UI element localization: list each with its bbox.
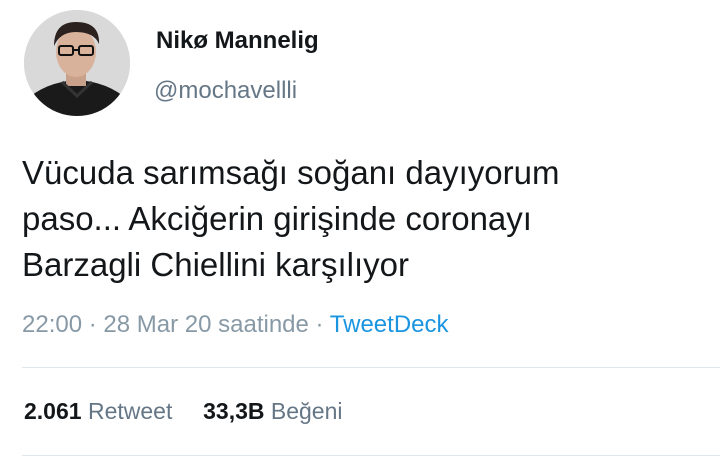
tweet-text-line: paso... Akciğerin girişinde coronayı: [22, 200, 532, 237]
avatar[interactable]: [24, 10, 130, 116]
tweet-card: Nikø Mannelig @mochavellli Vücuda sarıms…: [0, 0, 720, 464]
meta-separator: ·: [88, 311, 97, 338]
tweet-meta: 22:00 · 28 Mar 20 saatinde · TweetDeck: [22, 311, 449, 339]
retweets-label: Retweet: [87, 398, 173, 424]
display-name[interactable]: Nikø Mannelig: [156, 27, 319, 55]
divider: [22, 367, 720, 368]
likes-label: Beğeni: [270, 398, 343, 424]
user-handle[interactable]: @mochavellli: [154, 77, 297, 105]
retweets-stat[interactable]: 2.061 Retweet: [24, 398, 179, 424]
likes-count: 33,3B: [203, 398, 265, 424]
likes-stat[interactable]: 33,3B Beğeni: [203, 398, 342, 424]
tweet-text-line: Barzagli Chiellini karşılıyor: [22, 246, 409, 283]
tweet-stats: 2.061 Retweet 33,3B Beğeni: [24, 398, 343, 425]
tweet-text: Vücuda sarımsağı soğanı dayıyorum paso..…: [22, 150, 712, 288]
tweet-text-line: Vücuda sarımsağı soğanı dayıyorum: [22, 154, 560, 191]
tweet-source-link[interactable]: TweetDeck: [330, 311, 449, 338]
retweets-count: 2.061: [24, 398, 82, 424]
profile-photo: [24, 10, 130, 116]
tweet-date[interactable]: 28 Mar 20 saatinde: [103, 311, 308, 338]
meta-separator: ·: [315, 311, 324, 338]
divider: [22, 455, 720, 456]
tweet-time[interactable]: 22:00: [22, 311, 82, 338]
